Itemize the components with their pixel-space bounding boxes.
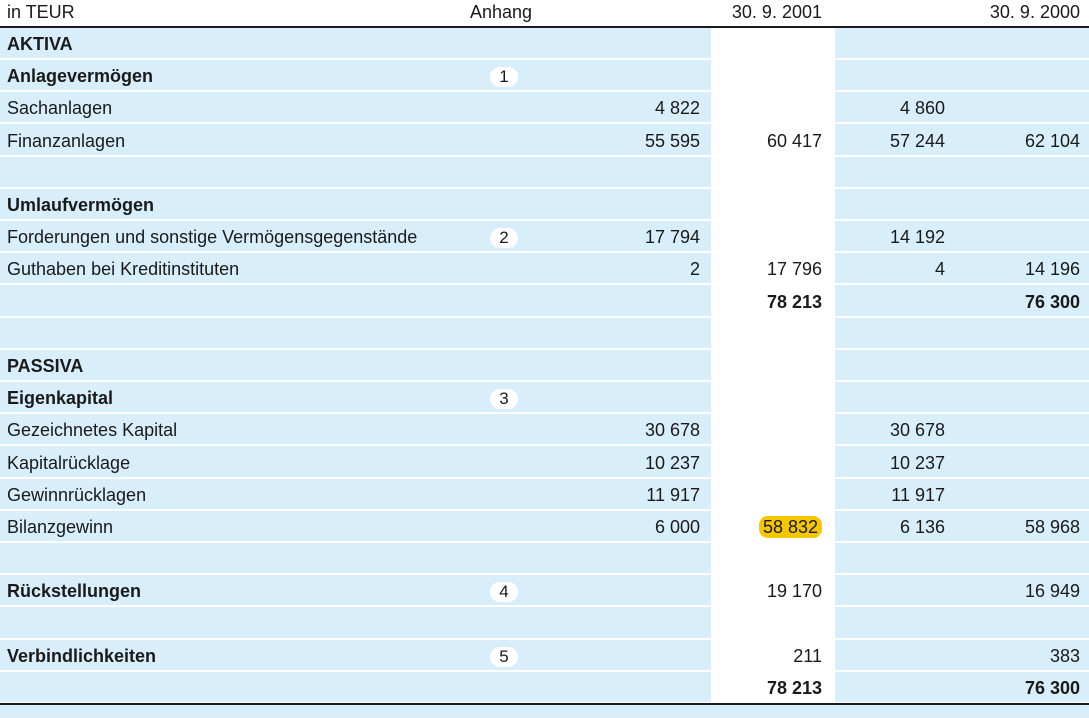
row-separator bbox=[0, 605, 1089, 607]
table-row: Sachanlagen 4 822 4 860 bbox=[0, 92, 1089, 124]
row-label: Gezeichnetes Kapital bbox=[7, 420, 178, 440]
value-2001-detail: 6 000 bbox=[654, 517, 700, 537]
column-header-2001: 30. 9. 2001 bbox=[731, 2, 822, 22]
sum-2000: 76 300 bbox=[1024, 678, 1080, 698]
row-label: Gewinnrücklagen bbox=[7, 485, 147, 505]
table-row: Gewinnrücklagen 11 917 11 917 bbox=[0, 479, 1089, 511]
table-row: Rückstellungen 4 19 170 16 949 bbox=[0, 575, 1089, 607]
row-label: Eigenkapital bbox=[7, 388, 114, 408]
row-label: Kapitalrücklage bbox=[7, 453, 131, 473]
note-column-header: Anhang bbox=[470, 2, 533, 22]
table-row: Finanzanlagen 55 595 60 417 57 244 62 104 bbox=[0, 125, 1089, 157]
row-label: Verbindlichkeiten bbox=[7, 646, 157, 666]
value-2001-detail: 17 794 bbox=[644, 227, 700, 247]
column-header-2000: 30. 9. 2000 bbox=[989, 2, 1080, 22]
value-2001-detail: 2 bbox=[689, 259, 700, 279]
value-2000-detail: 4 bbox=[934, 259, 945, 279]
row-label: PASSIVA bbox=[7, 356, 84, 376]
table-row: Kapitalrücklage 10 237 10 237 bbox=[0, 447, 1089, 479]
sum-2001: 78 213 bbox=[766, 292, 822, 312]
value-2000-detail: 14 192 bbox=[889, 227, 945, 247]
row-label: Rückstellungen bbox=[7, 581, 142, 601]
row-label: Guthaben bei Kreditinstituten bbox=[7, 259, 240, 279]
table-row: 78 213 76 300 bbox=[0, 672, 1089, 704]
value-2001-total: 19 170 bbox=[766, 581, 822, 601]
table-row: Bilanzgewinn 6 000 58 832 6 136 58 968 bbox=[0, 511, 1089, 543]
note-badge: 3 bbox=[490, 389, 518, 409]
value-2001-detail: 55 595 bbox=[644, 131, 700, 151]
value-2001-total: 60 417 bbox=[766, 131, 822, 151]
row-separator bbox=[0, 444, 1089, 446]
value-2000-detail: 11 917 bbox=[891, 485, 945, 505]
value-2001-detail: 11 917 bbox=[646, 485, 700, 505]
value-2001-total: 58 832 bbox=[758, 511, 822, 543]
value-2000-total: 14 196 bbox=[1024, 259, 1080, 279]
balance-sheet: in TEUR Anhang 30. 9. 2001 30. 9. 2000 A… bbox=[0, 0, 1089, 718]
row-label: Anlagevermögen bbox=[7, 66, 154, 86]
value-2000-total: 62 104 bbox=[1024, 131, 1080, 151]
row-label: Bilanzgewinn bbox=[7, 517, 114, 537]
table-row: Gezeichnetes Kapital 30 678 30 678 bbox=[0, 414, 1089, 446]
sum-2000: 76 300 bbox=[1024, 292, 1080, 312]
value-2001-detail: 4 822 bbox=[654, 98, 700, 118]
table-row: AKTIVA bbox=[0, 28, 1089, 60]
row-label: AKTIVA bbox=[7, 34, 73, 54]
table-row: Forderungen und sonstige Vermögensgegens… bbox=[0, 221, 1089, 253]
value-2001-total: 17 796 bbox=[766, 259, 822, 279]
row-label: Forderungen und sonstige Vermögensgegens… bbox=[7, 227, 418, 247]
unit-label: in TEUR bbox=[7, 2, 75, 22]
table-row: Guthaben bei Kreditinstituten 2 17 796 4 14 … bbox=[0, 253, 1089, 285]
value-2000-detail: 4 860 bbox=[899, 98, 945, 118]
row-separator bbox=[0, 283, 1089, 285]
table-row: Eigenkapital 3 bbox=[0, 382, 1089, 414]
table-row bbox=[0, 318, 1089, 350]
table-row bbox=[0, 543, 1089, 575]
value-2001-total: 211 bbox=[793, 646, 822, 666]
sum-2001: 78 213 bbox=[766, 678, 822, 698]
table-row bbox=[0, 608, 1089, 640]
table-row: Anlagevermögen 1 bbox=[0, 60, 1089, 92]
value-2000-detail: 57 244 bbox=[889, 131, 945, 151]
bottom-band bbox=[0, 705, 1089, 718]
table-row: Verbindlichkeiten 5 211 383 bbox=[0, 640, 1089, 672]
value-2000-total: 58 968 bbox=[1024, 517, 1080, 537]
note-badge: 4 bbox=[490, 582, 518, 602]
table-header: in TEUR Anhang 30. 9. 2001 30. 9. 2000 bbox=[0, 0, 1089, 26]
value-2000-detail: 30 678 bbox=[889, 420, 945, 440]
value-2001-detail: 30 678 bbox=[644, 420, 700, 440]
row-label: Finanzanlagen bbox=[7, 131, 126, 151]
value-2000-total: 383 bbox=[1049, 646, 1080, 666]
row-label: Umlaufvermögen bbox=[7, 195, 155, 215]
table-row: Umlaufvermögen bbox=[0, 189, 1089, 221]
row-label: Sachanlagen bbox=[7, 98, 113, 118]
value-2001-detail: 10 237 bbox=[644, 453, 700, 473]
note-badge: 1 bbox=[490, 67, 518, 87]
row-separator bbox=[0, 122, 1089, 124]
note-badge: 2 bbox=[490, 228, 518, 248]
highlighted-value: 58 832 bbox=[758, 516, 822, 538]
value-2000-total: 16 949 bbox=[1024, 581, 1080, 601]
table-row: 78 213 76 300 bbox=[0, 286, 1089, 318]
value-2000-detail: 10 237 bbox=[889, 453, 945, 473]
value-2000-detail: 6 136 bbox=[899, 517, 945, 537]
note-badge: 5 bbox=[490, 647, 518, 667]
table-row bbox=[0, 157, 1089, 189]
table-row: PASSIVA bbox=[0, 350, 1089, 382]
